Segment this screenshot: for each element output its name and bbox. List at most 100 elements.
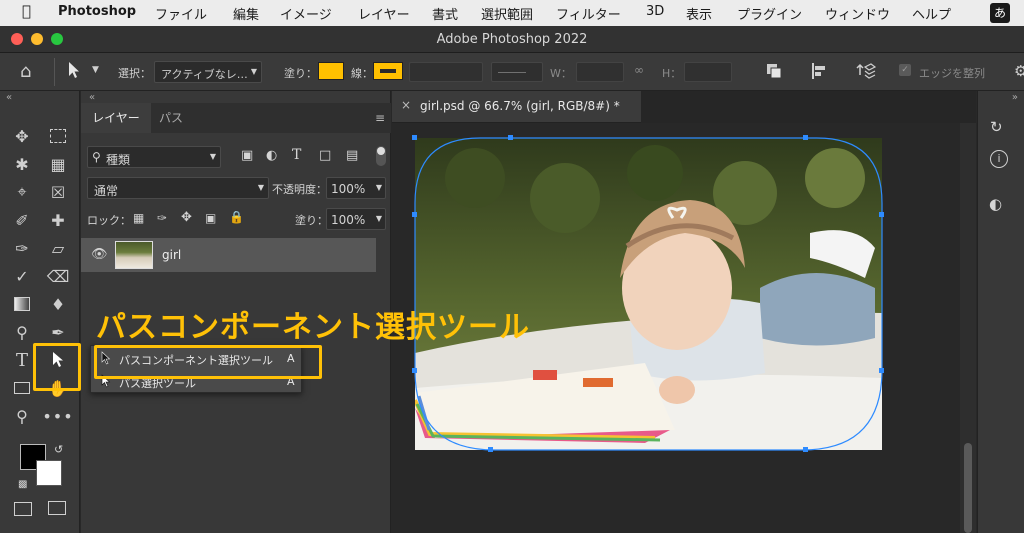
chevron-down-icon: ▼ [250,67,257,76]
gradient-tool-icon[interactable] [11,293,33,315]
type-tool-icon[interactable]: T [11,349,33,371]
background-color-swatch[interactable] [36,460,62,486]
divider [54,58,55,86]
lock-all-icon[interactable]: 🔒 [229,210,244,224]
lock-position-icon[interactable]: ✥ [181,210,192,225]
history-icon[interactable]: ↻ [990,118,1003,136]
history-brush-tool-icon[interactable]: ✓ [11,265,33,287]
layer-row[interactable]: 👁 girl [81,238,376,272]
quick-mask-icon[interactable] [14,502,32,516]
apple-icon[interactable]:  [22,2,31,20]
menu-type[interactable]: 書式 [432,4,458,23]
stroke-color-swatch[interactable] [373,62,403,80]
lock-transparent-pixels-icon[interactable]: ▦ [133,211,144,225]
tab-paths[interactable]: パス [151,103,191,133]
chevron-down-icon: ▼ [209,152,216,161]
shape-filter-icon[interactable]: □ [319,148,331,163]
vertical-scrollbar[interactable] [960,123,976,533]
path-selection-tool-icon[interactable] [66,60,86,82]
lock-artboard-icon[interactable]: ▣ [205,211,216,225]
menu-3d[interactable]: 3D [646,4,664,19]
path-operations-icon[interactable] [765,62,782,79]
scrollbar-thumb[interactable] [964,443,972,533]
info-icon[interactable]: i [990,150,1008,168]
eraser-tool-icon[interactable]: ⌫ [47,265,70,287]
panel-menu-icon[interactable]: ≡ [375,111,385,125]
zoom-tool-icon[interactable]: ⚲ [11,405,33,427]
menu-select[interactable]: 選択範囲 [481,4,533,23]
menu-view[interactable]: 表示 [686,4,712,23]
menu-file[interactable]: ファイル [155,4,207,23]
path-arrangement-icon[interactable] [856,61,877,84]
app-menu[interactable]: Photoshop [58,4,136,19]
collapse-chevron-icon[interactable]: » [1012,92,1018,103]
height-field[interactable] [684,62,732,82]
stroke-line-icon [498,72,526,73]
blend-mode-dropdown[interactable]: 通常 ▼ [87,177,269,199]
width-field[interactable] [576,62,624,82]
align-edges-checkbox[interactable]: ✓ [899,64,911,76]
eye-icon[interactable]: 👁 [91,247,108,262]
adjustment-filter-icon[interactable]: ◐ [266,148,277,163]
menu-edit[interactable]: 編集 [233,4,259,23]
opacity-field[interactable]: 100% ▼ [326,177,386,199]
menu-plugins[interactable]: プラグイン [737,4,802,23]
window-title: Adobe Photoshop 2022 [436,32,588,47]
tab-layers[interactable]: レイヤー [81,103,151,133]
fill-label: 塗り： [295,214,328,227]
fill-field[interactable]: 100% ▼ [326,208,386,230]
eyedropper-tool-icon[interactable]: ✐ [11,209,33,231]
dodge-tool-icon[interactable]: ⚲ [11,321,33,343]
pixel-filter-icon[interactable]: ▣ [241,148,253,163]
path-alignment-icon[interactable] [810,62,828,83]
swap-colors-icon[interactable]: ↺ [54,443,63,456]
default-colors-icon[interactable]: ▩ [18,479,27,490]
search-icon: ⚲ [92,150,101,164]
close-tab-icon[interactable]: × [401,98,411,112]
smart-object-filter-icon[interactable]: ▤ [346,148,358,163]
annotation-label: パスコンポーネント選択ツール [96,310,530,345]
select-dropdown[interactable]: アクティブなレ… ▼ [154,61,262,83]
home-icon[interactable]: ⌂ [20,61,31,82]
type-filter-icon[interactable]: T [292,147,301,163]
ime-indicator[interactable]: あ [990,3,1010,23]
tool-highlight-box [33,343,81,391]
menu-window[interactable]: ウィンドウ [825,4,890,23]
more-tools-icon[interactable]: ••• [42,405,72,427]
blur-tool-icon[interactable]: ♦ [47,293,69,315]
lock-image-pixels-icon[interactable]: ✑ [157,211,167,225]
object-selection-tool-icon[interactable]: ▦ [47,153,69,175]
gear-icon[interactable]: ⚙ [1014,62,1024,80]
marquee-tool-icon[interactable] [47,125,69,147]
layer-filter-dropdown[interactable]: ⚲ 種類 ▼ [87,146,221,168]
crop-tool-icon[interactable]: ⌖ [11,181,33,203]
lasso-tool-icon[interactable]: ✱ [11,153,33,175]
move-tool-icon[interactable]: ✥ [11,125,33,147]
clone-stamp-tool-icon[interactable]: ▱ [47,237,69,259]
properties-icon[interactable]: ◐ [989,195,1002,213]
panel-tab-bar: レイヤー パス ≡ [81,103,391,133]
frame-tool-icon[interactable]: ☒ [47,181,69,203]
menu-filter[interactable]: フィルター [556,4,621,23]
healing-brush-tool-icon[interactable]: ✚ [47,209,69,231]
link-icon[interactable]: ∞ [634,63,644,77]
fill-color-swatch[interactable] [318,62,344,80]
stroke-type-dropdown[interactable] [491,62,543,82]
tool-preset-chevron-down-icon[interactable]: ▼ [92,65,99,75]
brush-tool-icon[interactable]: ✑ [11,237,33,259]
filter-toggle[interactable] [376,146,386,166]
menu-layer[interactable]: レイヤー [358,4,410,23]
collapse-chevron-icon[interactable]: « [89,92,95,103]
menu-help[interactable]: ヘルプ [912,4,951,23]
collapse-chevron-icon[interactable]: « [6,92,12,103]
stroke-width-field[interactable] [409,62,483,82]
blend-mode-value: 通常 [94,184,119,198]
screen-mode-icon[interactable] [48,501,66,515]
menu-bar:  Photoshop ファイル 編集 イメージ レイヤー 書式 選択範囲 フィ… [0,0,1024,26]
document-tab[interactable]: × girl.psd @ 66.7% (girl, RGB/8#) * [392,91,641,123]
lock-label: ロック： [87,214,131,227]
select-label: 選択： [118,67,151,80]
menu-image[interactable]: イメージ [280,4,332,23]
rectangle-tool-icon[interactable] [11,377,33,399]
pen-tool-icon[interactable]: ✒ [47,321,69,343]
